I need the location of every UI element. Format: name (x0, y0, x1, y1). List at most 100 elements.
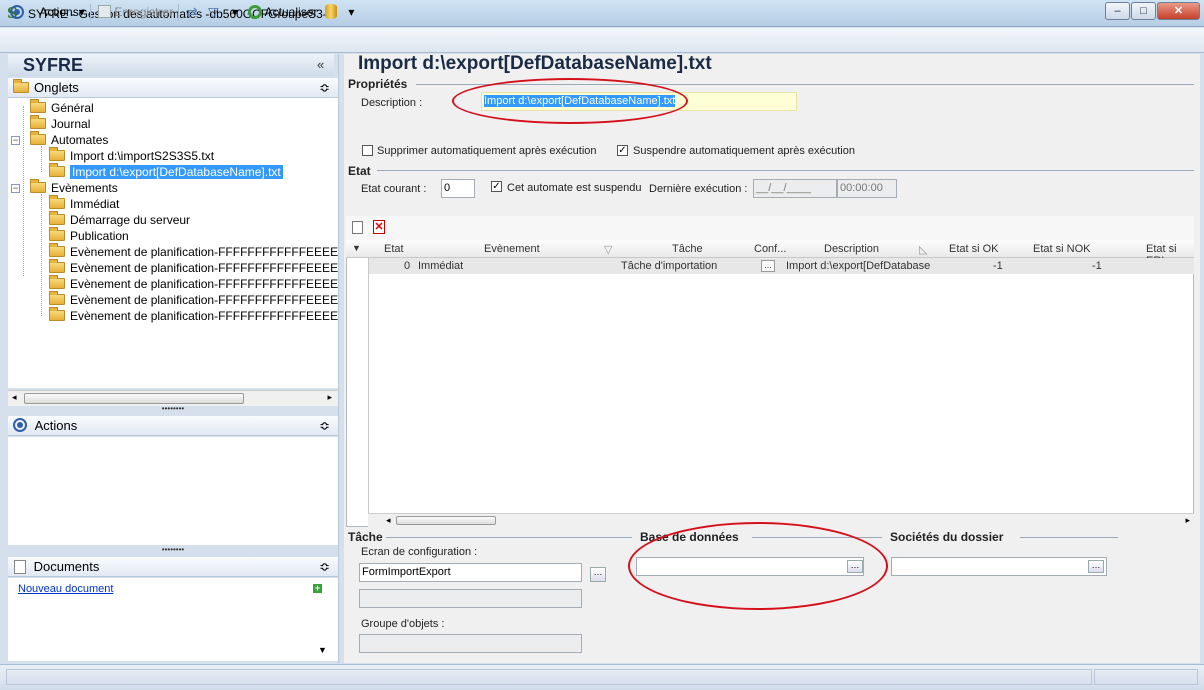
column-header[interactable]: Etat (384, 243, 404, 255)
collapse-node-icon[interactable]: − (11, 136, 20, 145)
browse-button[interactable]: … (590, 567, 606, 582)
grid-indent-line (368, 258, 369, 513)
tree-item-journal[interactable]: Journal (30, 115, 90, 132)
base-donnees-field[interactable] (636, 557, 864, 576)
expand-all-icon[interactable]: ▼ (352, 243, 361, 253)
scroll-right-icon[interactable]: ▸ (327, 392, 332, 403)
tree-item-evenements[interactable]: Evènements (30, 179, 118, 196)
tree-item-label: Publication (70, 229, 129, 243)
save-icon (98, 5, 111, 18)
cell-evenement: Immédiat (418, 260, 464, 272)
tree-item-label: Evènement de planification-FFFFFFFFFFFFE… (70, 293, 338, 307)
collapse-icon[interactable]: ≎ (319, 78, 330, 98)
grid-toolbar: ✕ (346, 216, 1194, 240)
new-document-link[interactable]: Nouveau document (18, 583, 113, 595)
column-header[interactable]: Etat si OK (949, 243, 999, 255)
tree-item-publication[interactable]: Publication (49, 227, 129, 244)
actions-menu-button[interactable]: Actions▾ (10, 4, 85, 21)
tree-item-label: Evènement de planification-FFFFFFFFFFFFE… (70, 277, 338, 291)
tree-item-planification[interactable]: Evènement de planification-FFFFFFFFFFFFE… (49, 291, 338, 308)
folder-icon (30, 131, 46, 145)
tree-item-label: Import d:\export[DefDatabaseName].txt (70, 165, 283, 179)
scroll-thumb[interactable] (396, 516, 496, 525)
tree-item-label: Import d:\importS2S3S5.txt (70, 149, 215, 163)
tree-item-general[interactable]: Général (30, 99, 94, 116)
collapse-icon[interactable]: ≎ (319, 557, 330, 577)
cell-etat: 0 (404, 260, 411, 272)
dropdown-arrow-icon: ▾ (348, 5, 355, 19)
derniere-date-field[interactable]: __/__/____ (753, 179, 837, 198)
filter-icon[interactable]: ▽ (208, 4, 219, 21)
tree-item-immediat[interactable]: Immédiat (49, 195, 119, 212)
column-header[interactable]: Etat si NOK (1033, 243, 1090, 255)
onglets-header[interactable]: Onglets ≎ (8, 78, 338, 98)
scroll-right-icon[interactable]: ▸ (1185, 515, 1190, 526)
cell-description: Import d:\export[DefDatabaseI (786, 260, 930, 272)
scroll-thumb[interactable] (24, 393, 244, 404)
new-row-icon[interactable] (352, 221, 363, 234)
panel-splitter[interactable]: •••••••• (8, 545, 338, 555)
tree-item-import-s2s3s5[interactable]: Import d:\importS2S3S5.txt (49, 147, 215, 164)
societes-field[interactable] (891, 557, 1107, 576)
sync-icon[interactable]: ⇄ (186, 4, 198, 21)
minimize-button[interactable]: – (1105, 2, 1130, 20)
scroll-down-icon[interactable]: ▼ (318, 645, 327, 655)
collapse-icon[interactable]: ≎ (319, 416, 330, 436)
tree-item-planification[interactable]: Evènement de planification-FFFFFFFFFFFFE… (49, 243, 338, 260)
description-field[interactable]: Import d:\export[DefDatabaseName].txt (481, 92, 797, 111)
tree-line (41, 194, 42, 316)
tree-item-automates[interactable]: Automates (30, 131, 108, 148)
suspendu-checkbox[interactable]: ✓ (491, 181, 502, 192)
societes-browse-button[interactable]: … (1088, 560, 1104, 573)
folder-icon (49, 259, 65, 273)
etat-courant-field[interactable]: 0 (441, 179, 475, 198)
actions-label: Actions (34, 418, 78, 433)
column-header[interactable]: Conf... (754, 243, 786, 255)
refresh-button[interactable]: Actualiser (248, 4, 317, 21)
tree-item-planification[interactable]: Evènement de planification-FFFFFFFFFFFFE… (49, 307, 338, 324)
scroll-left-icon[interactable]: ◂ (12, 392, 17, 403)
suspendu-label: Cet automate est suspendu (507, 182, 642, 194)
column-header[interactable]: Evènement (484, 243, 540, 255)
folder-icon (13, 79, 29, 93)
etat-courant-label: Etat courant : (361, 183, 427, 195)
tree-item-import-export[interactable]: Import d:\export[DefDatabaseName].txt (49, 163, 283, 180)
delete-row-icon[interactable]: ✕ (373, 220, 385, 234)
save-button[interactable]: Enregistrer (98, 4, 173, 21)
close-button[interactable]: ✕ (1157, 2, 1200, 20)
supprimer-checkbox[interactable] (362, 145, 373, 156)
documents-label: Documents (33, 559, 100, 574)
documents-header[interactable]: Documents ≎ (8, 557, 338, 577)
suspendre-checkbox[interactable]: ✓ (617, 145, 628, 156)
database-menu-button[interactable]: ▾ (325, 4, 354, 21)
groupe-objets-field[interactable] (359, 634, 582, 653)
section-base-donnees: Base de données (640, 530, 739, 544)
collapse-node-icon[interactable]: − (11, 184, 20, 193)
collapse-left-panel-button[interactable]: « (317, 57, 324, 72)
folder-icon (49, 227, 65, 241)
section-divider (386, 537, 632, 538)
tree-item-planification[interactable]: Evènement de planification-FFFFFFFFFFFFE… (49, 259, 338, 276)
derniere-execution-label: Dernière exécution : (649, 183, 748, 195)
column-header[interactable]: Description (824, 243, 879, 255)
tree-item-planification[interactable]: Evènement de planification-FFFFFFFFFFFFE… (49, 275, 338, 292)
grid-horizontal-scrollbar[interactable]: ◂ ▸ (368, 513, 1194, 527)
cell-conf-button[interactable]: ... (761, 260, 775, 272)
tree-item-label: Evènement de planification-FFFFFFFFFFFFE… (70, 245, 338, 259)
page-title: Import d:\export[DefDatabaseName].txt (358, 53, 712, 74)
description-value: Import d:\export[DefDatabaseName].txt (484, 95, 676, 107)
filter-dropdown-arrow-icon[interactable]: ▾ (232, 4, 238, 21)
ecran-configuration-field[interactable]: FormImportExport (359, 563, 582, 582)
actions-header[interactable]: Actions ≎ (8, 416, 338, 436)
base-donnees-browse-button[interactable]: … (847, 560, 863, 573)
maximize-button[interactable]: □ (1131, 2, 1156, 20)
derniere-heure-field[interactable]: 00:00:00 (837, 179, 897, 198)
scroll-left-icon[interactable]: ◂ (386, 515, 391, 526)
toolbar-separator (90, 4, 91, 21)
table-row[interactable]: 0 Immédiat Tâche d'importation ... Impor… (368, 258, 1194, 274)
document-icon (14, 560, 26, 574)
panel-splitter[interactable]: •••••••• (8, 405, 338, 414)
column-header[interactable]: Tâche (672, 243, 703, 255)
add-document-icon[interactable]: + (313, 584, 322, 593)
tree-item-demarrage[interactable]: Démarrage du serveur (49, 211, 190, 228)
